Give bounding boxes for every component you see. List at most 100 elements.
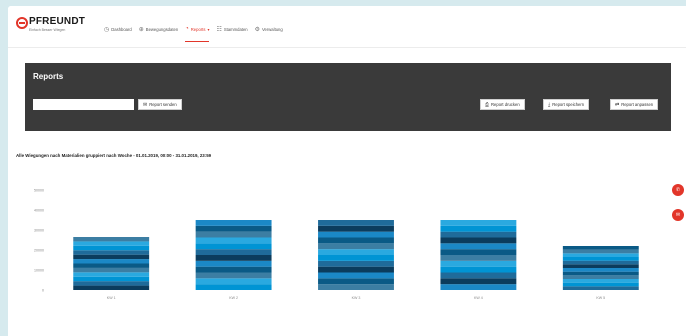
bar-segment[interactable] xyxy=(318,220,394,226)
nav-item-dashboard[interactable]: ◷ Dashboard xyxy=(104,23,132,35)
bar-segment[interactable] xyxy=(195,272,272,279)
bar-segment[interactable] xyxy=(318,266,394,273)
phone-icon: ✆ xyxy=(675,187,681,193)
bar-segment[interactable] xyxy=(73,276,150,282)
reports-panel: Reports ✉ Report senden ⎙ Report drucken… xyxy=(25,63,671,131)
bar-segment[interactable] xyxy=(562,246,639,250)
report-select-input[interactable] xyxy=(33,99,134,110)
bar-segment[interactable] xyxy=(562,279,639,283)
x-tick-label: KW 4 xyxy=(474,296,483,300)
brand-name: PFREUNDT xyxy=(29,16,86,27)
bar-segment[interactable] xyxy=(440,249,517,255)
bar-segment[interactable] xyxy=(440,266,517,273)
print-icon: ⎙ xyxy=(485,101,490,108)
nav-item-bewegungsdaten[interactable]: ⊕ Bewegungsdaten xyxy=(139,23,178,35)
bar-segment[interactable] xyxy=(562,257,639,261)
bar-segment[interactable] xyxy=(440,260,517,267)
bar-segment[interactable] xyxy=(440,231,517,238)
y-tick-label: 30000 xyxy=(34,229,44,233)
bar-segment[interactable] xyxy=(318,225,394,232)
bar-segment[interactable] xyxy=(562,271,639,276)
nav-item-reports[interactable]: ◔ Reports ▾ xyxy=(185,23,210,42)
y-tick-label: 20000 xyxy=(34,249,44,253)
x-tick-label: KW 3 xyxy=(352,296,361,300)
print-report-button[interactable]: ⎙ Report drucken xyxy=(480,99,525,110)
bar-segment[interactable] xyxy=(440,225,517,232)
reports-icon: ◔ xyxy=(185,26,189,32)
bar-segment[interactable] xyxy=(440,243,517,250)
bar-segment[interactable] xyxy=(73,245,150,251)
bar-segment[interactable] xyxy=(318,272,394,279)
main-nav: ◷ Dashboard ⊕ Bewegungsdaten ◔ Reports ▾… xyxy=(104,23,290,42)
bar-segment[interactable] xyxy=(195,255,272,261)
bar-segment[interactable] xyxy=(73,267,150,273)
x-tick-label: KW 2 xyxy=(229,296,238,300)
bar-segment[interactable] xyxy=(73,285,150,290)
bar-segment[interactable] xyxy=(195,249,272,255)
bar-segment[interactable] xyxy=(318,249,394,255)
send-report-button[interactable]: ✉ Report senden xyxy=(138,99,182,110)
stammdaten-icon: ☷ xyxy=(216,26,222,33)
y-tick-label: 50000 xyxy=(34,189,44,193)
bar-segment[interactable] xyxy=(195,243,272,250)
bar-segment[interactable] xyxy=(562,260,639,265)
bar-segment[interactable] xyxy=(73,263,150,268)
nav-item-verwaltung[interactable]: ⚙ Verwaltung xyxy=(255,23,283,35)
bar-segment[interactable] xyxy=(318,255,394,261)
bar-segment[interactable] xyxy=(195,284,272,290)
save-report-button[interactable]: ⤓ Report speichern xyxy=(543,99,590,110)
nav-item-label: Dashboard xyxy=(111,26,132,32)
bar-segment[interactable] xyxy=(440,255,517,261)
bar-segment[interactable] xyxy=(318,278,394,285)
help-phone-button[interactable]: ✆ xyxy=(672,184,684,196)
page-title: Reports xyxy=(33,72,64,81)
y-tick-label: 40000 xyxy=(34,209,44,213)
bar-segment[interactable] xyxy=(73,259,150,264)
bar-segment[interactable] xyxy=(195,237,272,244)
bar-segment[interactable] xyxy=(562,286,639,290)
bar-segment[interactable] xyxy=(562,253,639,257)
bar-segment[interactable] xyxy=(195,266,272,273)
bar-segment[interactable] xyxy=(440,278,517,285)
bar-segment[interactable] xyxy=(73,254,150,260)
bar-segment[interactable] xyxy=(318,237,394,244)
pfreundt-logo-icon xyxy=(16,17,28,29)
nav-item-label: Reports xyxy=(190,26,206,32)
bar-segment[interactable] xyxy=(73,281,150,286)
x-tick-label: KW 1 xyxy=(107,296,116,300)
contact-mail-button[interactable]: ✉ xyxy=(672,209,684,221)
bar-segment[interactable] xyxy=(195,225,272,232)
weighings-stacked-bar-chart: 0 10000 20000 30000 40000 50000 KW 1 KW 2 KW 3 KW… xyxy=(34,189,639,300)
bar-segment[interactable] xyxy=(318,260,394,267)
bar-segment[interactable] xyxy=(440,237,517,244)
bar-segment[interactable] xyxy=(318,243,394,250)
bar-segment[interactable] xyxy=(195,220,272,226)
bar-segment[interactable] xyxy=(440,284,517,290)
print-report-label: Report drucken xyxy=(491,102,520,107)
nav-item-stammdaten[interactable]: ☷ Stammdaten xyxy=(216,23,247,35)
brand-tagline: Einfach Besser Wiegen xyxy=(29,28,66,32)
bar-segment[interactable] xyxy=(440,220,517,226)
bar-segment[interactable] xyxy=(440,272,517,279)
bar-segment[interactable] xyxy=(195,278,272,285)
bar-segment[interactable] xyxy=(562,249,639,254)
bar-segment[interactable] xyxy=(562,264,639,268)
download-icon: ⤓ xyxy=(548,101,551,108)
bar-segment[interactable] xyxy=(562,282,639,287)
bar-segment[interactable] xyxy=(73,241,150,246)
chevron-down-icon: ▾ xyxy=(207,26,210,32)
bar-segment[interactable] xyxy=(195,231,272,238)
bar-segment[interactable] xyxy=(318,231,394,238)
bewegungsdaten-icon: ⊕ xyxy=(138,26,144,33)
nav-item-label: Bewegungsdaten xyxy=(145,26,179,32)
bar-segment[interactable] xyxy=(562,275,639,279)
bar-segment[interactable] xyxy=(73,250,150,255)
bar-segment[interactable] xyxy=(562,268,639,272)
adjust-report-button[interactable]: ⇄ Report anpassen xyxy=(610,99,659,110)
bar-segment[interactable] xyxy=(73,237,150,242)
nav-item-label: Stammdaten xyxy=(223,26,248,32)
bar-segment[interactable] xyxy=(195,260,272,267)
x-tick-label: KW 5 xyxy=(596,296,605,300)
bar-segment[interactable] xyxy=(73,272,150,277)
bar-segment[interactable] xyxy=(318,284,394,290)
